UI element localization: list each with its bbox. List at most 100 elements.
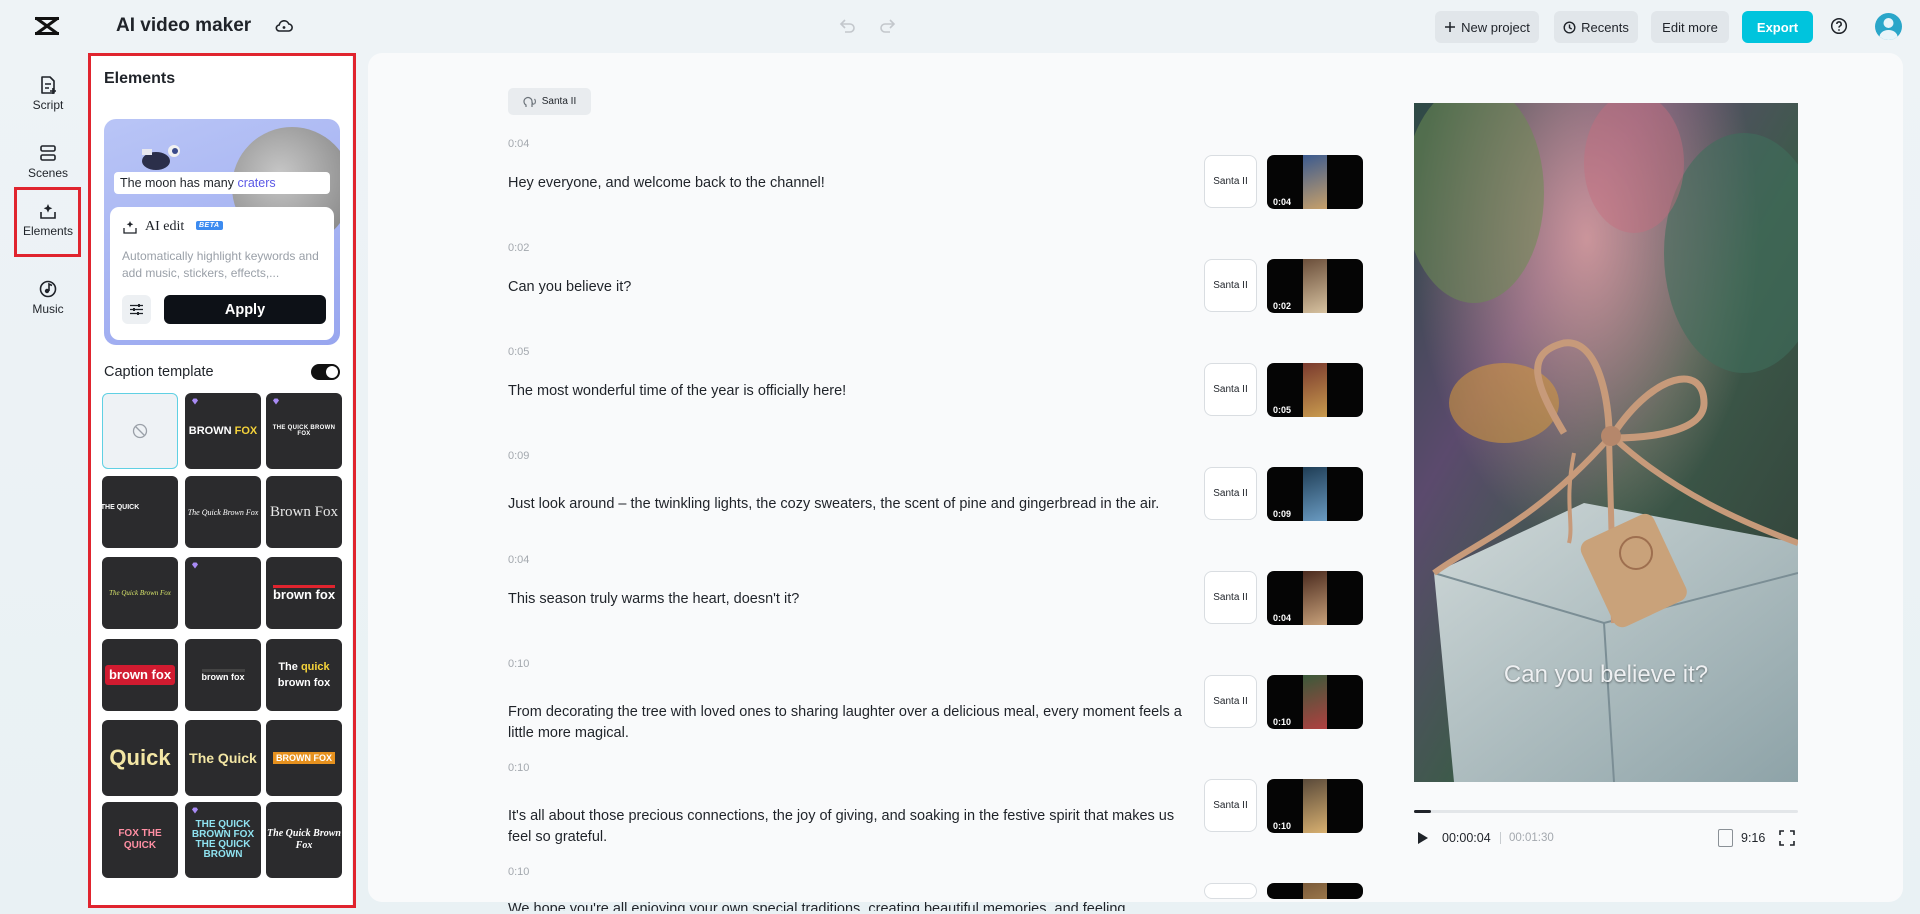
scene-thumbnail[interactable]: 0:04 [1267,155,1363,209]
caption-template-item[interactable]: THE QUICK BROWN FOX [266,393,342,469]
nav-music[interactable]: Music [16,270,80,334]
scene-thumbnail-image [1303,259,1327,313]
caption-template-item[interactable]: THE QUICK BROWN FOX THE QUICK BROWN [185,802,261,878]
fullscreen-icon[interactable] [1779,830,1795,846]
scene-voice-button[interactable] [1204,883,1257,899]
voice-head-icon [523,96,536,107]
scene-duration: 0:04 [1273,613,1292,623]
scene-thumbnail-image [1303,883,1327,899]
aspect-ratio-label[interactable]: 9:16 [1741,831,1765,845]
premium-gem-icon [192,562,198,569]
caption-template-item[interactable]: BROWN FOX [185,393,261,469]
app-title: AI video maker [116,15,252,36]
caption-template-text: Quick [109,745,171,770]
ai-edit-icon [123,221,137,234]
scene-thumbnail[interactable]: 0:10 [1267,779,1363,833]
scene-timestamp: 0:10 [508,762,530,774]
scene-timestamp: 0:04 [508,554,530,566]
caption-template-text: The Quick Brown Fox [187,507,259,517]
caption-template-text: brown fox [201,668,245,682]
panel-title: Elements [104,70,176,87]
undo-icon[interactable] [837,16,857,36]
caption-template-item[interactable]: THE QUICK [102,476,178,548]
scene-thumbnail[interactable]: 0:04 [1267,571,1363,625]
nav-script-label: Script [32,98,64,112]
edit-more-label: Edit more [1662,19,1718,35]
caption-template-item[interactable]: Quick [102,720,178,796]
caption-template-item[interactable]: FOX THE QUICK [102,802,178,878]
scene-thumbnail[interactable]: 0:09 [1267,467,1363,521]
scene-script-text[interactable]: We hope you're all enjoying your own spe… [508,899,1184,911]
premium-gem-icon [192,807,198,814]
speaker-chip[interactable]: Santa II [508,88,591,115]
speaker-chip-label: Santa II [541,96,577,107]
scene-thumbnail[interactable]: 0:10 [1267,675,1363,729]
new-project-button[interactable]: New project [1435,11,1539,43]
music-icon [39,280,57,298]
help-icon[interactable] [1830,17,1848,35]
play-icon[interactable] [1415,830,1430,846]
caption-template-item[interactable]: The quick brown fox [266,639,342,711]
caption-template-item[interactable]: Brown Fox [266,476,342,548]
caption-template-item[interactable]: brown fox [185,639,261,711]
caption-template-text: The quick brown fox [277,661,331,689]
scene-voice-button[interactable]: Santa II [1204,363,1257,416]
scene-thumbnail[interactable]: 0:02 [1267,259,1363,313]
aspect-ratio-icon[interactable] [1718,829,1733,847]
avatar[interactable] [1875,13,1902,40]
scene-voice-button[interactable]: Santa II [1204,779,1257,832]
scene-script-text[interactable]: Hey everyone, and welcome back to the ch… [508,173,1184,194]
caption-template-item[interactable]: The Quick Brown Fox [185,476,261,548]
caption-template-item[interactable]: The Quick Brown Fox [266,802,342,878]
scene-thumbnail-image [1303,363,1327,417]
capcut-logo-icon[interactable] [34,15,60,37]
scene-timestamp: 0:09 [508,450,530,462]
scene-voice-button[interactable]: Santa II [1204,467,1257,520]
current-time: 00:00:04 [1442,831,1491,845]
caption-template-item[interactable]: BROWN FOX [266,720,342,796]
recents-label: Recents [1581,19,1629,35]
caption-template-item[interactable]: The Quick Brown Fox [102,557,178,629]
caption-template-item[interactable] [185,557,261,629]
scene-timestamp: 0:02 [508,242,530,254]
caption-template-item[interactable]: brown fox [266,557,342,629]
beta-badge: BETA [196,221,223,230]
recents-button[interactable]: Recents [1554,11,1638,43]
scene-script-text[interactable]: It's all about those precious connection… [508,806,1184,848]
cloud-icon[interactable] [274,16,294,36]
ai-edit-preview-keyword: craters [237,176,276,190]
scene-script-text[interactable]: Can you believe it? [508,277,1184,298]
script-icon [41,76,56,94]
nav-elements-highlight [14,187,81,257]
scene-thumbnail[interactable] [1267,883,1363,899]
caption-template-none[interactable] [102,393,178,469]
redo-icon[interactable] [878,16,898,36]
scene-voice-button[interactable]: Santa II [1204,155,1257,208]
premium-gem-icon [273,398,279,405]
export-button[interactable]: Export [1742,11,1813,43]
scene-thumbnail[interactable]: 0:05 [1267,363,1363,417]
scene-script-text[interactable]: From decorating the tree with loved ones… [508,702,1184,744]
playback-progress[interactable] [1414,810,1798,813]
video-preview[interactable]: Can you believe it? [1414,103,1798,782]
caption-template-text: FOX THE QUICK [118,828,162,851]
ai-edit-body: AI edit BETA Automatically highlight key… [110,207,334,340]
scene-voice-button[interactable]: Santa II [1204,675,1257,728]
scene-voice-button[interactable]: Santa II [1204,571,1257,624]
caption-template-item[interactable]: brown fox [102,639,178,711]
caption-template-item[interactable]: The Quick [185,720,261,796]
scene-voice-button[interactable]: Santa II [1204,259,1257,312]
scene-script-text[interactable]: The most wonderful time of the year is o… [508,381,1184,402]
scene-script-text[interactable]: Just look around – the twinkling lights,… [508,494,1184,515]
scene-duration: 0:10 [1273,717,1292,727]
nav-music-label: Music [32,302,64,316]
caption-template-toggle[interactable] [311,364,340,380]
ai-edit-settings-button[interactable] [122,295,151,324]
scene-thumbnail-image [1303,779,1327,833]
apply-button[interactable]: Apply [164,295,326,324]
caption-template-text: The Quick Brown Fox [109,589,171,597]
scene-script-text[interactable]: This season truly warms the heart, doesn… [508,589,1184,610]
edit-more-button[interactable]: Edit more [1651,11,1729,43]
scene-thumbnail-image [1303,467,1327,521]
nav-script[interactable]: Script [16,66,80,130]
